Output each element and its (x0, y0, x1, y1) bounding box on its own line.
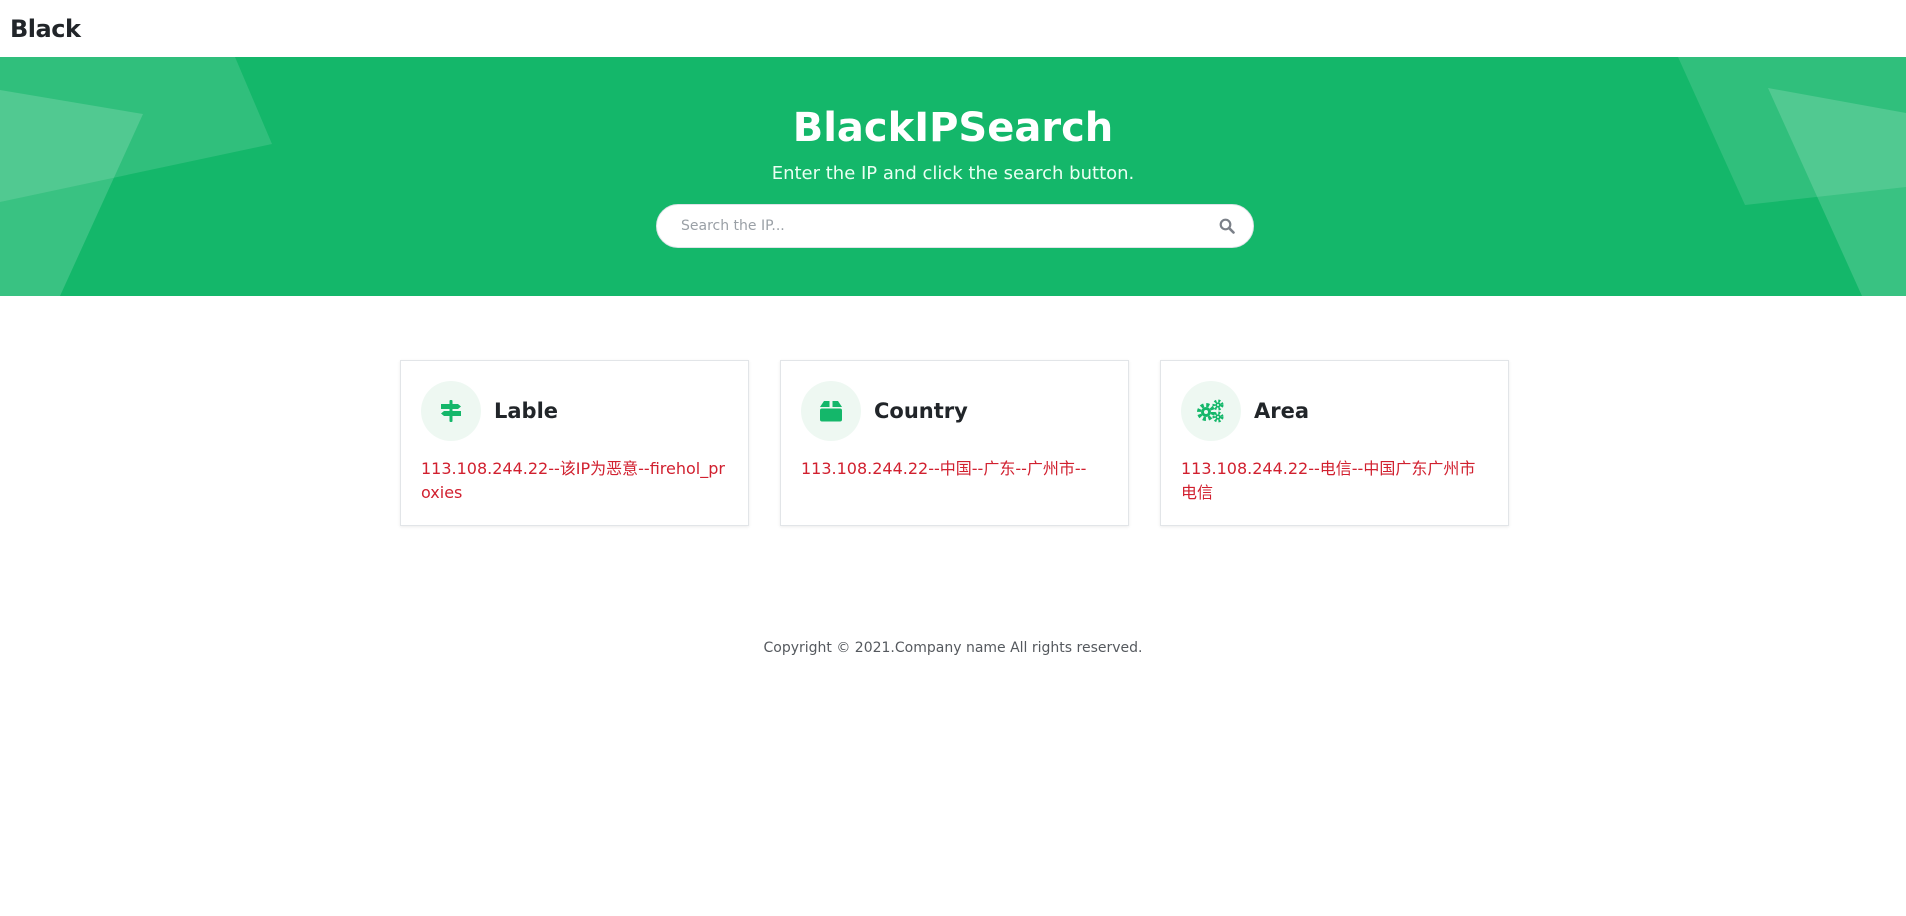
search-bar (656, 204, 1254, 248)
card-result-text: 113.108.244.22--中国--广东--广州市-- (801, 459, 1087, 478)
card-area: Area 113.108.244.22--电信--中国广东广州市电信 (1160, 360, 1509, 526)
search-input[interactable] (656, 204, 1254, 248)
card-country: Country 113.108.244.22--中国--广东--广州市-- (780, 360, 1129, 526)
card-result-text: 113.108.244.22--电信--中国广东广州市电信 (1181, 459, 1476, 502)
card-title: Lable (494, 399, 559, 423)
box-icon (801, 381, 861, 441)
signpost-icon (421, 381, 481, 441)
card-title: Country (874, 399, 968, 423)
search-icon (1219, 218, 1235, 234)
navbar: Black (0, 0, 1906, 57)
card-title: Area (1254, 399, 1310, 423)
footer-copyright: Copyright © 2021.Company name All rights… (763, 640, 1143, 656)
hero-banner: BlackIPSearch Enter the IP and click the… (0, 57, 1906, 296)
card-lable: Lable 113.108.244.22--该IP为恶意--firehol_pr… (400, 360, 749, 526)
card-result-text: 113.108.244.22--该IP为恶意--firehol_proxies (421, 459, 725, 502)
brand-logo[interactable]: Black (10, 15, 81, 43)
search-button[interactable] (1212, 211, 1242, 241)
page-title: BlackIPSearch (792, 105, 1114, 151)
page-subtitle: Enter the IP and click the search button… (771, 163, 1135, 184)
result-cards: Lable 113.108.244.22--该IP为恶意--firehol_pr… (400, 360, 1509, 526)
gears-icon (1181, 381, 1241, 441)
